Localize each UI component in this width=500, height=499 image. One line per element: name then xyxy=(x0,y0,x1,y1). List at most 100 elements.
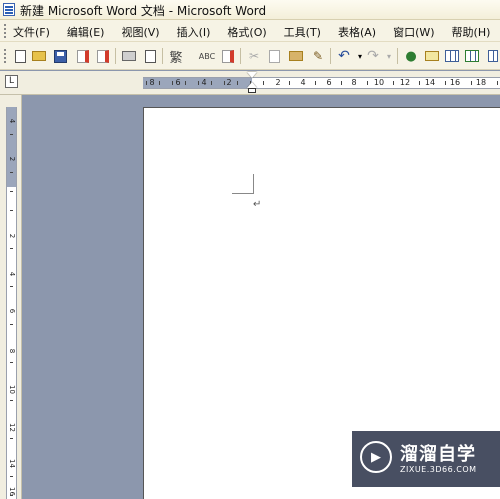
ruler-number: 4 xyxy=(201,78,207,87)
window-title: 新建 Microsoft Word 文档 - Microsoft Word xyxy=(20,4,267,18)
hyperlink-icon[interactable]: ● xyxy=(403,48,419,64)
ruler-tick xyxy=(471,81,472,85)
ruler-number: 6 xyxy=(326,78,332,87)
ruler-tick xyxy=(237,81,238,85)
ruler-tick xyxy=(445,81,446,85)
ruler-tick xyxy=(10,191,13,192)
menu-item[interactable]: 窗口(W) xyxy=(393,24,434,40)
ruler-tick xyxy=(315,81,316,85)
title-bar: 新建 Microsoft Word 文档 - Microsoft Word xyxy=(0,0,500,20)
ruler-number: 14 xyxy=(8,459,16,468)
save-icon[interactable] xyxy=(52,48,68,64)
paragraph-mark: ↵ xyxy=(253,199,262,210)
toolbar-separator xyxy=(162,48,163,64)
permission-icon[interactable] xyxy=(75,48,91,64)
ruler-tick xyxy=(211,81,212,85)
ruler-number: 2 xyxy=(226,78,232,87)
ruler-number: 4 xyxy=(300,78,306,87)
research-book-icon[interactable] xyxy=(220,48,236,64)
ruler-tick xyxy=(10,476,13,477)
margin-corner-vertical xyxy=(253,174,254,194)
menu-item[interactable]: 视图(V) xyxy=(121,24,159,40)
ruler-tick xyxy=(224,81,225,85)
copy-icon[interactable] xyxy=(266,48,282,64)
ruler-tick xyxy=(10,438,13,439)
ruler-tick xyxy=(159,81,160,85)
toolbar-separator xyxy=(397,48,398,64)
ruler-number: 6 xyxy=(8,308,16,314)
ruler-number: 10 xyxy=(373,78,385,87)
ruler-tick xyxy=(10,210,13,211)
cut-icon[interactable]: ✂ xyxy=(246,48,262,64)
ruler-number: 2 xyxy=(8,233,16,239)
ruler-tick xyxy=(10,286,13,287)
play-logo-icon: ▶ xyxy=(360,441,392,473)
ruler-tick xyxy=(393,81,394,85)
ruler-tick xyxy=(497,81,498,85)
insert-table-icon[interactable] xyxy=(444,48,460,64)
ruler-tick xyxy=(367,81,368,85)
open-icon[interactable] xyxy=(31,48,47,64)
horizontal-ruler-strip: 8 6 4 2 2 4 6 8 10 12 14 16 18 xyxy=(143,77,500,89)
menu-item[interactable]: 工具(T) xyxy=(284,24,321,40)
toolbar-grip[interactable] xyxy=(4,49,6,65)
toolbar-separator xyxy=(330,48,331,64)
ruler-number: 4 xyxy=(8,271,16,277)
tab-selector-button[interactable]: L xyxy=(5,75,18,88)
margin-corner-horizontal xyxy=(232,193,254,194)
spell-check-icon[interactable]: ABC xyxy=(196,48,218,64)
format-painter-icon[interactable]: ✎ xyxy=(310,48,326,64)
ruler-number: 8 xyxy=(8,348,16,354)
insert-excel-icon[interactable] xyxy=(464,48,480,64)
left-indent-marker[interactable] xyxy=(248,88,256,93)
menu-bar-grip[interactable] xyxy=(4,24,6,38)
toolbar-separator xyxy=(115,48,116,64)
print-preview-icon[interactable] xyxy=(95,48,111,64)
ruler-number: 12 xyxy=(399,78,411,87)
ruler-number: 14 xyxy=(424,78,436,87)
watermark-badge: ▶ 溜溜自学 ZIXUE.3D66.COM xyxy=(352,431,500,487)
ruler-number: 8 xyxy=(351,78,357,87)
vertical-ruler-strip: 4 2 2 4 6 8 10 12 14 16 xyxy=(6,107,17,499)
tables-borders-icon[interactable] xyxy=(424,48,440,64)
standard-toolbar: 繁 ABC ✂ ✎ ↶ ▾ ↷ ▾ ● xyxy=(0,42,500,70)
paste-icon[interactable] xyxy=(288,48,304,64)
style-icon[interactable]: 繁 xyxy=(168,48,184,66)
new-icon[interactable] xyxy=(12,48,28,64)
ruler-tick xyxy=(198,81,199,85)
ruler-tick xyxy=(10,495,13,496)
menu-item[interactable]: 编辑(E) xyxy=(67,24,105,40)
toolbar-separator xyxy=(240,48,241,64)
menu-items: 文件(F) 编辑(E) 视图(V) 插入(I) 格式(O) 工具(T) 表格(A) 窗口(W)… xyxy=(13,24,490,40)
ruler-number: 8 xyxy=(149,78,155,87)
ruler-number: 12 xyxy=(8,423,16,432)
ruler-tick xyxy=(289,81,290,85)
vertical-ruler[interactable]: 4 2 2 4 6 8 10 12 14 16 xyxy=(0,95,22,499)
ruler-tick xyxy=(263,81,264,85)
word-app-icon[interactable] xyxy=(3,3,15,16)
ruler-number: 2 xyxy=(275,78,281,87)
columns-icon[interactable] xyxy=(485,48,500,64)
watermark-url: ZIXUE.3D66.COM xyxy=(400,465,477,474)
undo-icon[interactable]: ↶ xyxy=(336,48,352,64)
first-line-indent-marker[interactable] xyxy=(247,72,257,78)
redo-dropdown-icon[interactable]: ▾ xyxy=(381,48,397,64)
menu-item[interactable]: 插入(I) xyxy=(177,24,211,40)
print-icon[interactable] xyxy=(121,48,137,64)
menu-item[interactable]: 格式(O) xyxy=(227,24,266,40)
ruler-number: 4 xyxy=(8,118,16,124)
ruler-tick xyxy=(341,81,342,85)
menu-item[interactable]: 文件(F) xyxy=(13,24,50,40)
research-icon[interactable] xyxy=(142,48,158,64)
menu-item[interactable]: 表格(A) xyxy=(338,24,376,40)
menu-bar: 文件(F) 编辑(E) 视图(V) 插入(I) 格式(O) 工具(T) 表格(A) 窗口(W)… xyxy=(0,20,500,42)
ruler-tick xyxy=(172,81,173,85)
horizontal-ruler[interactable]: L 8 6 4 2 2 4 6 8 10 12 14 16 18 xyxy=(0,71,500,95)
ruler-number: 16 xyxy=(8,487,16,496)
ruler-tick xyxy=(10,134,13,135)
ruler-tick xyxy=(10,248,13,249)
redo-icon[interactable]: ↷ xyxy=(365,48,381,64)
ruler-number: 18 xyxy=(475,78,487,87)
menu-item[interactable]: 帮助(H) xyxy=(452,24,491,40)
ruler-tick xyxy=(10,400,13,401)
